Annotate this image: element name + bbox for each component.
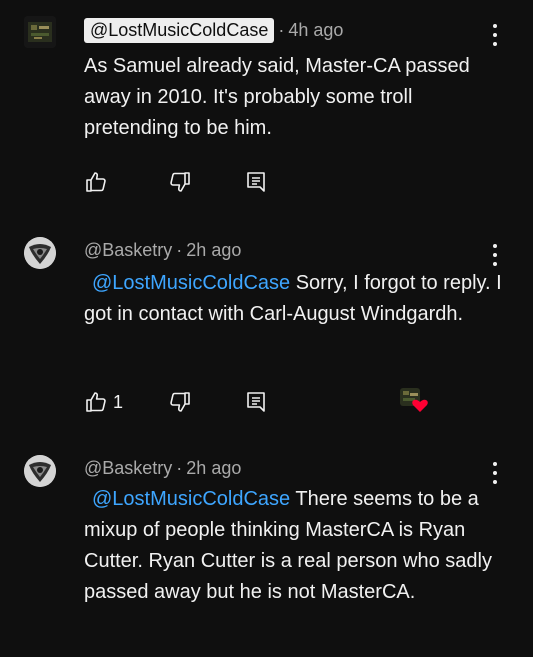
like-button[interactable] bbox=[84, 170, 108, 194]
comment-text: As Samuel already said, Master-CA passed… bbox=[84, 51, 504, 144]
more-options-icon[interactable] bbox=[490, 244, 500, 266]
reply-button[interactable] bbox=[244, 170, 268, 194]
mention-link[interactable]: @LostMusicColdCase bbox=[92, 488, 290, 510]
creator-heart-badge bbox=[400, 388, 430, 414]
more-options-icon[interactable] bbox=[490, 24, 500, 46]
avatar-image-icon bbox=[24, 237, 56, 269]
meta-separator: · bbox=[176, 240, 183, 260]
thumbs-up-icon bbox=[86, 172, 106, 192]
comment-actions: 1 bbox=[84, 388, 428, 416]
creator-heart-icon bbox=[400, 388, 428, 412]
comment-meta: @Basketry · 2h ago bbox=[84, 458, 241, 479]
thumbs-down-icon bbox=[170, 172, 190, 192]
comment-actions bbox=[84, 170, 384, 196]
reply-button[interactable] bbox=[244, 390, 268, 414]
avatar[interactable] bbox=[24, 16, 56, 48]
meta-separator: · bbox=[176, 458, 183, 478]
avatar-image-icon bbox=[24, 455, 56, 487]
comment-time: 2h ago bbox=[186, 240, 242, 260]
avatar-image-icon bbox=[24, 16, 56, 48]
avatar[interactable] bbox=[24, 455, 56, 487]
comment-text: @LostMusicColdCase There seems to be a m… bbox=[84, 484, 504, 608]
comment-meta: @Basketry · 2h ago bbox=[84, 240, 241, 261]
thumbs-down-icon bbox=[170, 392, 190, 412]
like-button[interactable]: 1 bbox=[84, 390, 123, 414]
author-handle[interactable]: @Basketry bbox=[84, 240, 172, 261]
mention-link[interactable]: @LostMusicColdCase bbox=[92, 272, 290, 294]
thumbs-up-icon bbox=[86, 392, 106, 412]
meta-separator: · bbox=[278, 20, 285, 40]
avatar[interactable] bbox=[24, 237, 56, 269]
dislike-button[interactable] bbox=[168, 170, 192, 194]
dislike-button[interactable] bbox=[168, 390, 192, 414]
comment-meta: @LostMusicColdCase · 4h ago bbox=[84, 18, 343, 43]
author-handle[interactable]: @LostMusicColdCase bbox=[84, 18, 275, 43]
reply-icon bbox=[247, 172, 265, 192]
like-count: 1 bbox=[113, 391, 124, 412]
comment-time: 2h ago bbox=[186, 458, 242, 478]
reply-icon bbox=[247, 392, 265, 412]
comment-time: 4h ago bbox=[288, 20, 344, 40]
more-options-icon[interactable] bbox=[490, 462, 500, 484]
author-handle[interactable]: @Basketry bbox=[84, 458, 172, 479]
comment-text: @LostMusicColdCase Sorry, I forgot to re… bbox=[84, 268, 504, 330]
comment-text-content: As Samuel already said, Master-CA passed… bbox=[84, 55, 470, 139]
